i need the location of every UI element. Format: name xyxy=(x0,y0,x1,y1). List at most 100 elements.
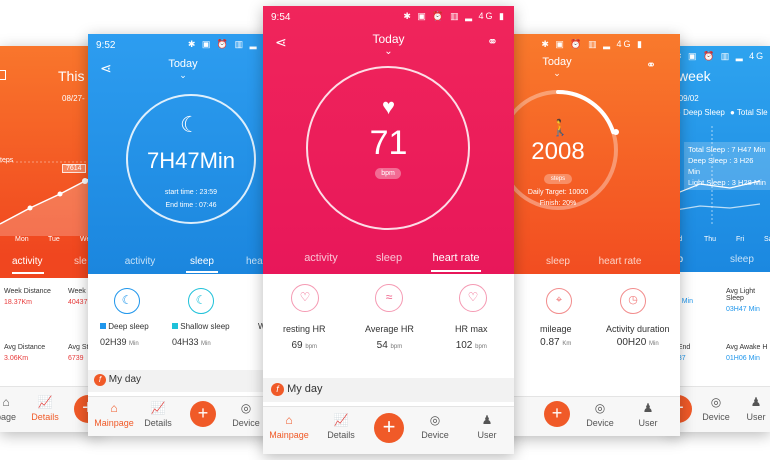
steps-unit: steps xyxy=(550,176,566,182)
home-icon: ⌂ xyxy=(285,413,293,427)
stat-label: HR max xyxy=(455,324,488,334)
shallow-sleep-icon: ☾ xyxy=(188,288,214,314)
page-title: Today xyxy=(542,56,572,68)
nav-label: User xyxy=(477,430,497,440)
chevron-down-icon[interactable]: ⌄ xyxy=(88,70,278,81)
add-button[interactable]: + xyxy=(544,401,570,427)
tab-heart-rate[interactable]: heart rate xyxy=(599,256,642,267)
nav-label: Mainpage xyxy=(94,418,134,428)
stat-value: 0.87 Km xyxy=(540,337,572,348)
nav-user[interactable]: ♟ User xyxy=(477,413,496,440)
nav-label: page xyxy=(0,412,17,422)
bottom-nav: ⌂ Mainpage 📈 Details + ◎ Device xyxy=(88,396,278,436)
chevron-down-icon[interactable]: ⌄ xyxy=(494,68,650,79)
compass-icon: ◎ xyxy=(429,413,441,427)
nav-mainpage[interactable]: ⌂ page xyxy=(0,395,16,422)
tab-heart-rate[interactable]: heart rate xyxy=(432,252,479,264)
tooltip-light: Light Sleep : 3 H28 Min xyxy=(688,178,766,187)
my-day-bar[interactable]: f My day xyxy=(88,370,278,392)
stat-label: Week Distance xyxy=(4,288,51,295)
stat-label: Avg Light Sleep xyxy=(726,288,756,302)
stat-value: 54 bpm xyxy=(365,340,414,351)
stat-label: resting HR xyxy=(283,324,326,334)
moon-icon: ☾ xyxy=(180,112,200,137)
legend-deep-sleep: ● Deep Sleep xyxy=(676,108,725,117)
stat-label: Avg Awake H xyxy=(726,344,768,351)
tab-activity[interactable]: activity xyxy=(125,256,156,267)
stat-unit: Min xyxy=(201,341,211,347)
stat-unit: Km xyxy=(562,341,572,347)
avg-light-sleep-stat: Avg Light Sleep 03H47 Min xyxy=(726,288,770,313)
tab-sleep[interactable]: sleep xyxy=(376,252,402,264)
duration-icon: ◷ xyxy=(620,288,646,314)
add-button[interactable]: + xyxy=(374,413,404,443)
week-title: week xyxy=(678,68,711,84)
nav-label: Device xyxy=(586,418,614,428)
nav-label: Device xyxy=(421,430,449,440)
tab-sleep-underline xyxy=(186,271,218,273)
phone-sleep-today: 9:52 ✱ ▣ ⏰ ▥ ▂ ▮ ⋖ Today ⌄ ☾ 7H47Min sta… xyxy=(88,34,278,436)
day-label-fri: Fri xyxy=(736,236,745,243)
bottom-nav: + ◎Device ♟User xyxy=(670,386,770,432)
stat-value: 01H06 Min xyxy=(726,355,760,362)
stat-label: Average HR xyxy=(365,324,414,334)
nav-user[interactable]: ♟ User xyxy=(638,401,657,428)
legend-total-sleep: ● Total Sle xyxy=(730,108,768,117)
nav-device[interactable]: ◎ Device xyxy=(702,395,730,422)
max-hr-stat: HR max 102 bpm xyxy=(455,324,488,351)
nav-mainpage[interactable]: ⌂ Mainpage xyxy=(269,413,309,440)
nav-mainpage[interactable]: ⌂ Mainpage xyxy=(94,401,134,428)
deep-sleep-value: 02H39 Min xyxy=(100,337,149,347)
nav-details[interactable]: 📈 Details xyxy=(144,401,172,428)
tab-heart-rate[interactable]: sleep xyxy=(730,254,754,265)
nav-device[interactable]: ◎ Device xyxy=(421,413,449,440)
clock: 9:54 xyxy=(271,12,291,23)
tooltip-total: Total Sleep : 7 H47 Min xyxy=(688,145,766,154)
day-label-sat: Sa xyxy=(764,236,770,243)
share-icon[interactable] xyxy=(0,70,6,80)
shallow-sleep-stat: Shallow sleep 04H33 Min xyxy=(172,322,230,347)
stat-unit: bpm xyxy=(305,344,318,350)
link-icon[interactable]: ⚭ xyxy=(487,34,498,50)
deep-sleep-icon: ☾ xyxy=(114,288,140,314)
end-time: End time : 07:46 xyxy=(88,202,278,209)
status-icons: ✱ ▣ ⏰ ▥ ▂ 4G ▮ xyxy=(541,39,644,49)
user-icon: ♟ xyxy=(750,395,762,409)
phone-activity-today: ✱ ▣ ⏰ ▥ ▂ 4G ▮ Today ⌄ ⚭ 🚶 2008 steps Da… xyxy=(494,34,680,436)
status-bar: ✱ ▣ ⏰ ▥ ▂ 4G ▮ xyxy=(494,34,680,56)
stat-label: Activity duration xyxy=(606,324,670,334)
legend-label: Deep Sleep xyxy=(683,108,725,117)
stat-label: Avg Distance xyxy=(4,344,46,351)
bottom-nav: ⌂ Mainpage 📈 Details + ◎ Device ♟ User xyxy=(263,406,514,454)
tab-activity[interactable]: activity xyxy=(12,256,43,267)
legend-label: Total Sle xyxy=(736,108,768,117)
activity-header: ✱ ▣ ⏰ ▥ ▂ 4G ▮ Today ⌄ ⚭ 🚶 2008 steps Da… xyxy=(494,34,680,274)
start-time: start time : 23:59 xyxy=(88,189,278,196)
nav-device[interactable]: ◎ Device xyxy=(586,401,614,428)
nav-details[interactable]: 📈 Details xyxy=(31,395,59,422)
day-label-thu: Thu xyxy=(704,236,717,243)
chevron-down-icon[interactable]: ⌄ xyxy=(263,46,514,57)
link-icon[interactable]: ⚭ xyxy=(646,58,656,72)
nav-user[interactable]: ♟ User xyxy=(746,395,765,422)
nav-details[interactable]: 📈 Details xyxy=(327,413,355,440)
start-label: start time : xyxy=(164,189,198,196)
stat-number: 0.87 xyxy=(540,337,560,348)
stat-label: Shallow sleep xyxy=(180,322,230,331)
my-day-icon: f xyxy=(271,383,284,396)
tab-sleep[interactable]: sleep xyxy=(190,256,214,267)
nav-label: Device xyxy=(232,418,260,428)
tab-sleep[interactable]: sleep xyxy=(546,256,570,267)
compass-icon: ◎ xyxy=(710,395,722,409)
my-day-icon: f xyxy=(94,374,106,386)
nav-label: User xyxy=(746,412,766,422)
heart-icon: ♥ xyxy=(381,94,396,119)
average-hr-stat: Average HR 54 bpm xyxy=(365,324,414,351)
add-button[interactable]: + xyxy=(190,401,216,427)
tab-activity[interactable]: activity xyxy=(304,252,338,264)
my-day-bar[interactable]: f My day xyxy=(263,378,514,402)
shallow-sleep-label: Shallow sleep xyxy=(172,322,230,331)
walk-icon: 🚶 xyxy=(550,120,570,137)
nav-device[interactable]: ◎ Device xyxy=(232,401,260,428)
tab-sleep[interactable]: sle xyxy=(74,256,87,267)
